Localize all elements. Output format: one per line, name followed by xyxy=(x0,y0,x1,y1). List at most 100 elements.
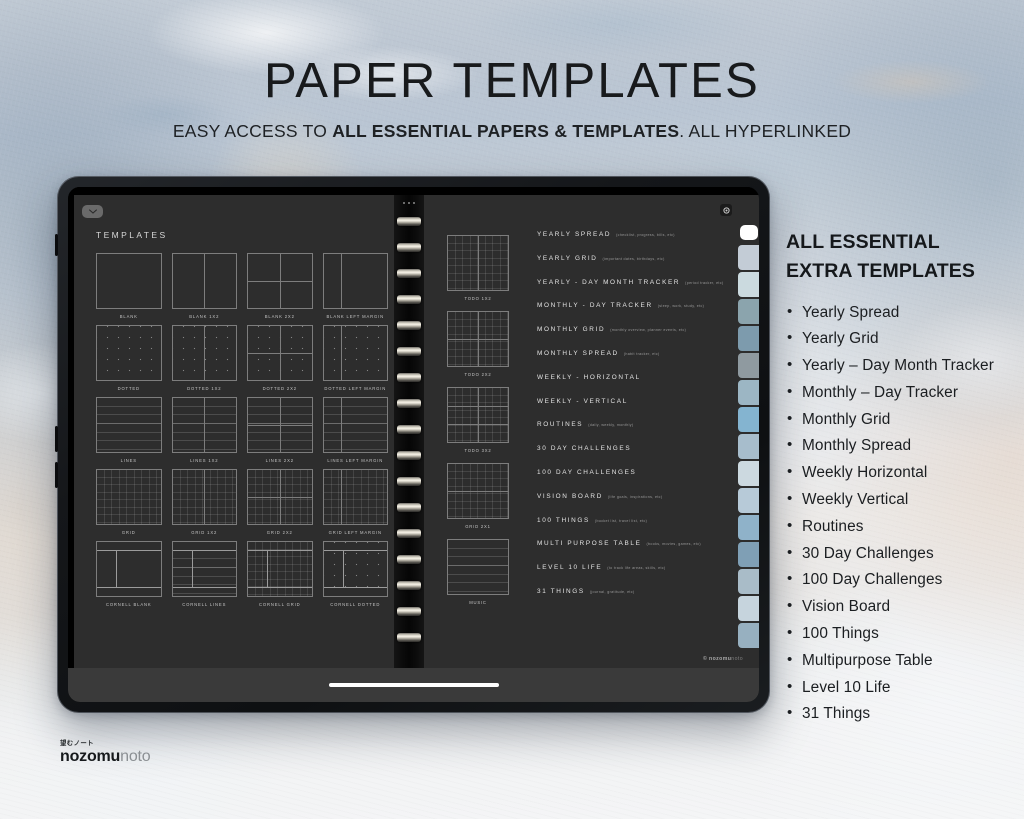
template-thumbnail[interactable]: GRID LEFT MARGIN xyxy=(322,469,388,535)
template-preview[interactable] xyxy=(247,469,313,525)
template-link-row[interactable]: 31 THINGS (journal, gratitude, etc) xyxy=(537,588,699,612)
template-preview[interactable] xyxy=(171,253,237,309)
template-link-row[interactable]: WEEKLY - HORIZONTAL xyxy=(537,374,699,398)
template-link-row[interactable]: YEARLY SPREAD (checklist, progress, bills… xyxy=(537,231,699,255)
chevron-down-icon[interactable] xyxy=(82,205,103,218)
color-tab[interactable] xyxy=(738,326,759,351)
color-tab[interactable] xyxy=(738,623,759,648)
template-link-row[interactable]: WEEKLY - VERTICAL xyxy=(537,398,699,422)
template-link-name[interactable]: 30 DAY CHALLENGES xyxy=(537,445,631,452)
color-tab[interactable] xyxy=(738,596,759,621)
template-preview[interactable] xyxy=(247,325,313,381)
home-indicator[interactable] xyxy=(328,683,499,687)
color-tab[interactable] xyxy=(738,461,759,486)
template-thumbnail[interactable]: TODO 2X2 xyxy=(447,311,509,377)
template-preview[interactable] xyxy=(96,541,162,597)
template-link-name[interactable]: MONTHLY SPREAD xyxy=(537,350,619,357)
template-thumbnail[interactable]: LINES 2X2 xyxy=(247,397,313,463)
template-preview[interactable] xyxy=(322,397,388,453)
color-tab[interactable] xyxy=(740,225,758,240)
template-preview[interactable] xyxy=(171,541,237,597)
template-thumbnail[interactable]: BLANK 1X2 xyxy=(171,253,237,319)
template-link-name[interactable]: YEARLY SPREAD xyxy=(537,231,611,238)
template-thumbnail[interactable]: LINES 1X2 xyxy=(171,397,237,463)
template-link-name[interactable]: YEARLY - DAY MONTH TRACKER xyxy=(537,279,680,286)
color-tab[interactable] xyxy=(738,380,759,405)
template-link-row[interactable]: MULTI PURPOSE TABLE (books, movies, games… xyxy=(537,540,701,564)
template-thumbnail[interactable]: GRID 2X1 xyxy=(447,463,509,529)
template-link-name[interactable]: WEEKLY - VERTICAL xyxy=(537,398,628,405)
color-tab[interactable] xyxy=(738,542,759,567)
template-thumbnail[interactable]: MUSIC xyxy=(447,539,509,605)
color-tab[interactable] xyxy=(738,353,759,378)
template-preview[interactable] xyxy=(96,325,162,381)
template-thumbnail[interactable]: CORNELL DOTTED xyxy=(322,541,388,607)
template-thumbnail[interactable]: TODO 1X2 xyxy=(447,235,509,301)
template-thumbnail[interactable]: LINES LEFT MARGIN xyxy=(322,397,388,463)
template-preview[interactable] xyxy=(96,469,162,525)
template-link-name[interactable]: 100 THINGS xyxy=(537,517,590,524)
template-thumbnail[interactable]: GRID xyxy=(96,469,162,535)
template-link-row[interactable]: YEARLY GRID (important dates, birthdays, … xyxy=(537,255,699,279)
volume-up-button[interactable] xyxy=(55,426,58,452)
template-link-row[interactable]: VISION BOARD (life goals, inspirations, e… xyxy=(537,493,699,517)
template-preview[interactable] xyxy=(171,397,237,453)
color-tab[interactable] xyxy=(738,272,759,297)
template-thumbnail[interactable]: BLANK xyxy=(96,253,162,319)
template-preview[interactable] xyxy=(247,397,313,453)
template-link-name[interactable]: MONTHLY GRID xyxy=(537,326,605,333)
template-link-name[interactable]: MONTHLY - DAY TRACKER xyxy=(537,302,653,309)
template-thumbnail[interactable]: DOTTED 2X2 xyxy=(247,325,313,391)
template-link-row[interactable]: LEVEL 10 LIFE (to track life areas, skill… xyxy=(537,564,699,588)
template-link-name[interactable]: WEEKLY - HORIZONTAL xyxy=(537,374,641,381)
template-preview[interactable] xyxy=(322,253,388,309)
template-link-row[interactable]: 100 DAY CHALLENGES xyxy=(537,469,699,493)
template-preview[interactable] xyxy=(96,253,162,309)
template-preview[interactable] xyxy=(96,397,162,453)
color-tab[interactable] xyxy=(738,569,759,594)
template-preview[interactable] xyxy=(447,463,509,519)
template-link-row[interactable]: YEARLY - DAY MONTH TRACKER (period tracke… xyxy=(537,279,723,303)
template-thumbnail[interactable]: GRID 1X2 xyxy=(171,469,237,535)
template-thumbnail[interactable]: CORNELL GRID xyxy=(247,541,313,607)
template-preview[interactable] xyxy=(447,235,509,291)
template-link-name[interactable]: VISION BOARD xyxy=(537,493,603,500)
template-thumbnail[interactable]: TODO 3X2 xyxy=(447,387,509,453)
template-link-row[interactable]: 100 THINGS (bucket list, travel list, etc… xyxy=(537,517,699,541)
template-preview[interactable] xyxy=(171,325,237,381)
template-preview[interactable] xyxy=(322,325,388,381)
volume-down-button[interactable] xyxy=(55,462,58,488)
template-preview[interactable] xyxy=(247,541,313,597)
template-preview[interactable] xyxy=(447,387,509,443)
template-link-row[interactable]: 30 DAY CHALLENGES xyxy=(537,445,699,469)
template-thumbnail[interactable]: DOTTED 1X2 xyxy=(171,325,237,391)
template-link-row[interactable]: MONTHLY SPREAD (habit tracker, etc) xyxy=(537,350,699,374)
template-link-name[interactable]: 100 DAY CHALLENGES xyxy=(537,469,636,476)
template-thumbnail[interactable]: DOTTED LEFT MARGIN xyxy=(322,325,388,391)
template-preview[interactable] xyxy=(171,469,237,525)
template-link-row[interactable]: MONTHLY - DAY TRACKER (sleep, work, study… xyxy=(537,302,704,326)
color-tab[interactable] xyxy=(738,434,759,459)
template-link-name[interactable]: ROUTINES xyxy=(537,421,583,428)
template-link-row[interactable]: MONTHLY GRID (monthly overview, planner e… xyxy=(537,326,699,350)
template-thumbnail[interactable]: BLANK LEFT MARGIN xyxy=(322,253,388,319)
template-link-name[interactable]: LEVEL 10 LIFE xyxy=(537,564,602,571)
color-tab[interactable] xyxy=(738,407,759,432)
template-link-row[interactable]: ROUTINES (daily, weekly, monthly) xyxy=(537,421,699,445)
color-tab[interactable] xyxy=(738,299,759,324)
color-tab[interactable] xyxy=(738,245,759,270)
template-preview[interactable] xyxy=(322,541,388,597)
template-thumbnail[interactable]: CORNELL BLANK xyxy=(96,541,162,607)
power-button[interactable] xyxy=(55,234,58,256)
color-tab[interactable] xyxy=(738,515,759,540)
template-preview[interactable] xyxy=(447,539,509,595)
template-link-name[interactable]: MULTI PURPOSE TABLE xyxy=(537,540,642,547)
template-link-name[interactable]: 31 THINGS xyxy=(537,588,585,595)
template-thumbnail[interactable]: GRID 2X2 xyxy=(247,469,313,535)
template-thumbnail[interactable]: LINES xyxy=(96,397,162,463)
template-preview[interactable] xyxy=(447,311,509,367)
color-tab[interactable] xyxy=(738,488,759,513)
template-preview[interactable] xyxy=(247,253,313,309)
record-circle-icon[interactable] xyxy=(720,204,732,216)
template-link-name[interactable]: YEARLY GRID xyxy=(537,255,598,262)
